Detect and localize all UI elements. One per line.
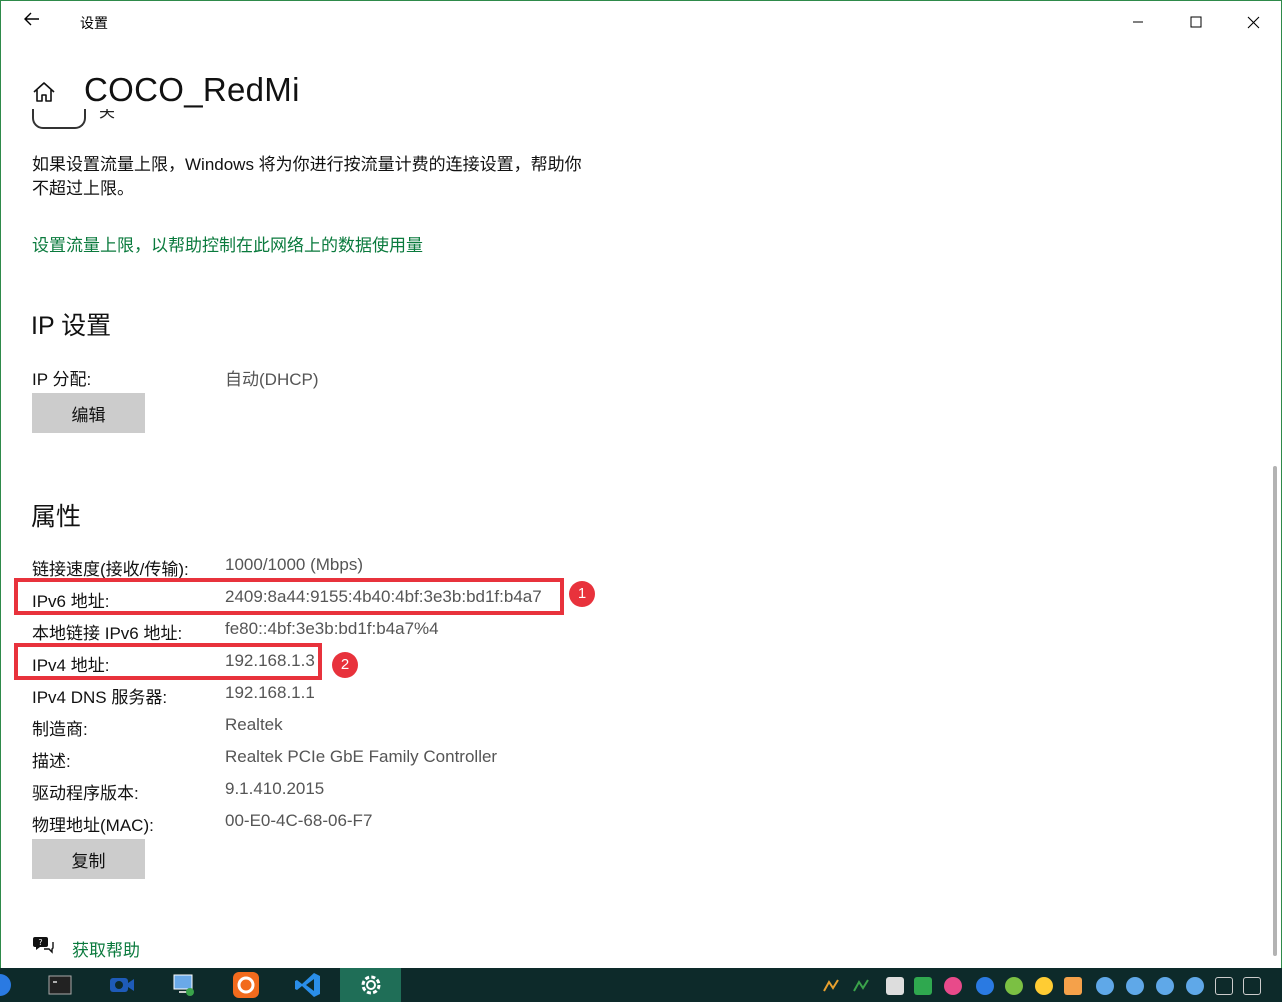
- metered-toggle-label: 关: [99, 109, 116, 121]
- copy-button[interactable]: 复制: [32, 839, 145, 879]
- minimize-button[interactable]: [1115, 1, 1161, 43]
- annotation-badge-1: 1: [569, 581, 595, 607]
- tray-icon[interactable]: [1005, 977, 1023, 995]
- tray-icon[interactable]: [944, 977, 962, 995]
- prop-value-ipv4-dns: 192.168.1.1: [225, 683, 315, 702]
- window-title: 设置: [80, 15, 108, 31]
- prop-label-link-local-ipv6: 本地链接 IPv6 地址:: [32, 624, 183, 643]
- prop-label-description: 描述:: [32, 752, 71, 771]
- close-icon: [1247, 16, 1259, 28]
- svg-text:?: ?: [38, 938, 42, 947]
- settings-window: 设置 COCO_RedMi 关 如果设置流量上限，Windows 将为你进行按流…: [0, 0, 1282, 969]
- prop-label-link-speed: 链接速度(接收/传输):: [32, 560, 189, 579]
- prop-value-mac: 00-E0-4C-68-06-F7: [225, 811, 373, 830]
- tray-icon[interactable]: [1156, 977, 1174, 995]
- prop-value-link-local-ipv6: fe80::4bf:3e3b:bd1f:b4a7%4: [225, 619, 439, 638]
- prop-value-description: Realtek PCIe GbE Family Controller: [225, 747, 498, 766]
- tray-icon[interactable]: [1243, 977, 1261, 995]
- maximize-button[interactable]: [1173, 1, 1219, 43]
- network-tool-icon[interactable]: [162, 968, 206, 1002]
- tray-icon[interactable]: [1035, 977, 1053, 995]
- prop-value-manufacturer: Realtek: [225, 715, 283, 734]
- settings-gear-icon[interactable]: [340, 968, 401, 1002]
- get-help-link[interactable]: 获取帮助: [72, 936, 140, 961]
- prop-value-link-speed: 1000/1000 (Mbps): [225, 555, 363, 574]
- title-bar: 设置: [1, 1, 1281, 43]
- tray-icon[interactable]: [852, 977, 870, 995]
- highlight-box-ipv4: [14, 643, 322, 680]
- tray-icon[interactable]: [886, 977, 904, 995]
- orange-app-icon[interactable]: [224, 968, 268, 1002]
- page-title: COCO_RedMi: [84, 71, 300, 108]
- page-header: COCO_RedMi: [1, 67, 1281, 119]
- data-limit-link[interactable]: 设置流量上限，以帮助控制在此网络上的数据使用量: [32, 231, 423, 256]
- terminal-icon[interactable]: [38, 968, 82, 1002]
- tray-icon[interactable]: [914, 977, 932, 995]
- properties-heading: 属性: [31, 503, 82, 531]
- prop-label-mac: 物理地址(MAC):: [32, 816, 154, 835]
- tray-icon[interactable]: [1064, 977, 1082, 995]
- ip-assignment-value: 自动(DHCP): [225, 370, 319, 389]
- tray-icon[interactable]: [1096, 977, 1114, 995]
- prop-label-manufacturer: 制造商:: [32, 720, 88, 739]
- tray-icon[interactable]: [976, 977, 994, 995]
- prop-label-ipv4-dns: IPv4 DNS 服务器:: [32, 688, 168, 707]
- ip-assignment-label: IP 分配:: [32, 370, 92, 389]
- prop-label-driver-version: 驱动程序版本:: [32, 784, 139, 803]
- vscode-icon[interactable]: [286, 968, 330, 1002]
- tray-icon[interactable]: [1186, 977, 1204, 995]
- tray-icon[interactable]: [822, 977, 840, 995]
- start-app-icon[interactable]: [0, 968, 14, 1002]
- help-chat-icon: ?: [32, 934, 56, 958]
- taskbar: [0, 968, 1282, 1002]
- metered-description: 如果设置流量上限，Windows 将为你进行按流量计费的连接设置，帮助你不超过上…: [32, 155, 582, 198]
- highlight-box-ipv6: [14, 578, 564, 615]
- tray-icon[interactable]: [1126, 977, 1144, 995]
- home-icon[interactable]: [31, 79, 59, 107]
- edit-button[interactable]: 编辑: [32, 393, 145, 433]
- scrollbar[interactable]: [1273, 466, 1277, 956]
- video-camera-icon[interactable]: [100, 968, 144, 1002]
- ip-settings-heading: IP 设置: [31, 312, 112, 340]
- metered-toggle[interactable]: [32, 109, 86, 129]
- close-button[interactable]: [1230, 1, 1276, 43]
- back-arrow-icon[interactable]: [19, 9, 45, 35]
- minimize-icon: [1133, 21, 1143, 23]
- tray-icon[interactable]: [1215, 977, 1233, 995]
- annotation-badge-2: 2: [332, 652, 358, 678]
- maximize-icon: [1190, 16, 1202, 28]
- prop-value-driver-version: 9.1.410.2015: [225, 779, 325, 798]
